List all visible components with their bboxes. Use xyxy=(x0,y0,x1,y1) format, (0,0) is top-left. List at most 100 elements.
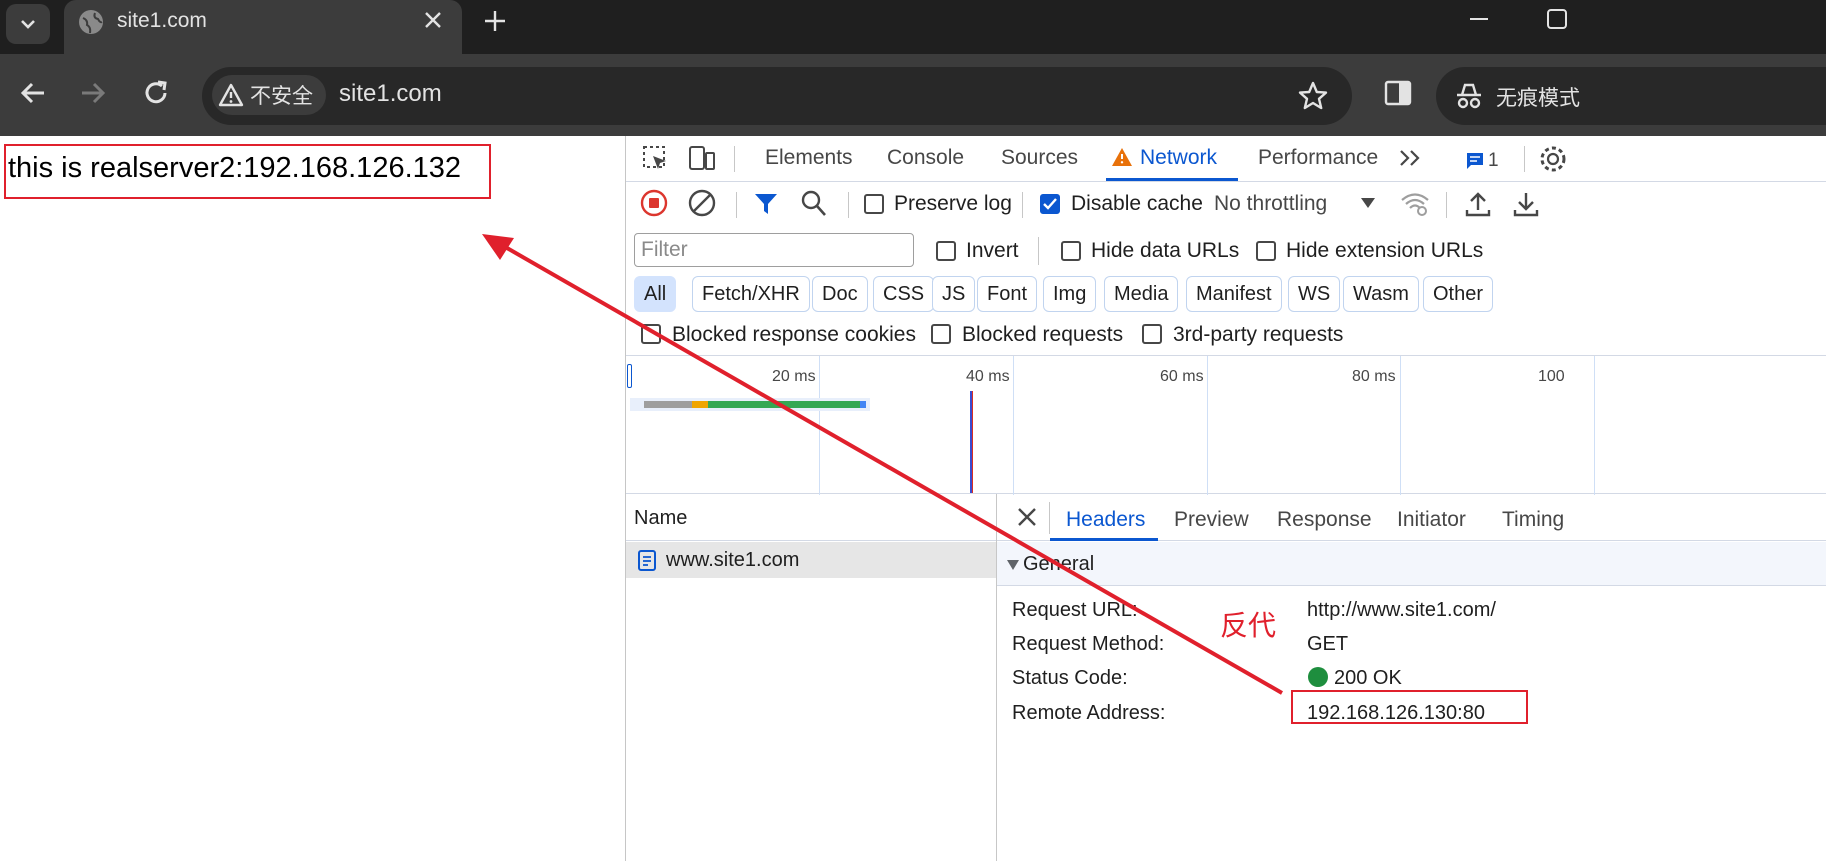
type-chip-wasm[interactable]: Wasm xyxy=(1343,276,1419,312)
page-viewport: this is realserver2:192.168.126.132 xyxy=(0,136,625,861)
tab-network[interactable]: Network xyxy=(1140,146,1217,170)
preserve-log-checkbox[interactable] xyxy=(864,194,884,214)
general-section-header[interactable]: General xyxy=(997,542,1826,586)
overview-left-handle[interactable] xyxy=(627,364,632,388)
collapse-triangle-icon xyxy=(1007,560,1019,570)
separator xyxy=(848,192,849,218)
inspect-element-icon[interactable] xyxy=(642,145,668,171)
hide-extension-urls-label: Hide extension URLs xyxy=(1286,239,1484,262)
invert-label: Invert xyxy=(966,239,1019,262)
globe-icon xyxy=(79,10,103,34)
device-toolbar-icon[interactable] xyxy=(688,145,716,171)
type-chip-media[interactable]: Media xyxy=(1104,276,1179,312)
status-ok-dot-icon xyxy=(1308,667,1328,687)
type-chip-manifest[interactable]: Manifest xyxy=(1186,276,1282,312)
request-list-header: Name xyxy=(626,494,998,541)
annotation-box-remote-address xyxy=(1291,690,1528,724)
record-stop-icon[interactable] xyxy=(640,189,668,217)
tab-elements[interactable]: Elements xyxy=(765,146,853,170)
request-name: www.site1.com xyxy=(666,549,800,571)
close-icon[interactable] xyxy=(1016,506,1038,528)
network-toolbar: Preserve log Disable cache No throttling xyxy=(626,182,1826,226)
blocked-requests-checkbox[interactable] xyxy=(931,324,951,344)
separator xyxy=(1446,192,1447,218)
import-har-upload-icon[interactable] xyxy=(1464,190,1492,218)
name-column-header[interactable]: Name xyxy=(634,507,687,530)
hide-extension-urls-checkbox[interactable] xyxy=(1256,241,1276,261)
tab-performance[interactable]: Performance xyxy=(1258,146,1378,170)
security-indicator[interactable]: 不安全 xyxy=(212,75,326,115)
search-icon[interactable] xyxy=(801,190,827,218)
type-chip-ws[interactable]: WS xyxy=(1288,276,1341,312)
request-url-label: Request URL: xyxy=(1012,599,1138,621)
chevron-down-icon xyxy=(21,20,35,29)
incognito-icon xyxy=(1457,83,1481,109)
waterfall-waiting-bar xyxy=(708,401,860,408)
filter-input[interactable]: Filter xyxy=(634,233,914,267)
blocked-cookies-checkbox[interactable] xyxy=(641,324,661,344)
throttling-select[interactable]: No throttling xyxy=(1214,192,1327,216)
separator xyxy=(1022,192,1023,218)
new-tab-plus-icon[interactable] xyxy=(480,6,510,36)
back-arrow-icon[interactable] xyxy=(18,75,48,111)
third-party-checkbox[interactable] xyxy=(1142,324,1162,344)
tab-search-button[interactable] xyxy=(6,4,50,44)
network-overview-timeline[interactable]: 20 ms 40 ms 60 ms 80 ms 100 xyxy=(626,355,1826,495)
type-chip-other[interactable]: Other xyxy=(1423,276,1494,312)
annotation-label: 反代 xyxy=(1220,609,1277,642)
tab-sources[interactable]: Sources xyxy=(1001,146,1078,170)
timeline-tick: 40 ms xyxy=(966,368,1010,385)
load-event-marker xyxy=(972,391,973,493)
clear-icon[interactable] xyxy=(688,189,716,217)
active-tab[interactable]: site1.com xyxy=(64,0,462,54)
waterfall-connect-bar xyxy=(692,401,708,408)
request-detail-tabs: Headers Preview Response Initiator Timin… xyxy=(997,494,1826,541)
tab-response[interactable]: Response xyxy=(1277,508,1372,532)
tab-title: site1.com xyxy=(117,9,207,32)
settings-gear-icon[interactable] xyxy=(1538,144,1568,174)
request-url-value: http://www.site1.com/ xyxy=(1307,599,1496,621)
filter-funnel-icon[interactable] xyxy=(753,191,779,217)
reload-icon[interactable] xyxy=(140,75,172,111)
close-icon[interactable] xyxy=(422,9,444,31)
separator xyxy=(1049,502,1050,534)
active-tab-indicator xyxy=(1106,178,1238,181)
blocked-requests-label: Blocked requests xyxy=(962,323,1124,346)
issues-message-icon[interactable] xyxy=(1465,151,1485,171)
export-har-download-icon[interactable] xyxy=(1512,190,1540,218)
dropdown-arrow-icon[interactable] xyxy=(1360,196,1376,210)
type-chip-js[interactable]: JS xyxy=(932,276,976,312)
remote-address-label: Remote Address: xyxy=(1012,702,1166,724)
type-chip-fetch-xhr[interactable]: Fetch/XHR xyxy=(692,276,810,312)
bookmark-star-icon[interactable] xyxy=(1298,81,1328,111)
waterfall-download-bar xyxy=(860,401,866,408)
incognito-indicator[interactable]: 无痕模式 xyxy=(1436,67,1826,125)
type-chip-img[interactable]: Img xyxy=(1043,276,1097,312)
minimize-icon[interactable] xyxy=(1468,8,1490,30)
type-chip-all[interactable]: All xyxy=(634,276,677,312)
hide-data-urls-checkbox[interactable] xyxy=(1061,241,1081,261)
tab-initiator[interactable]: Initiator xyxy=(1397,508,1466,532)
type-chip-css[interactable]: CSS xyxy=(873,276,935,312)
disable-cache-label: Disable cache xyxy=(1071,192,1203,215)
request-row[interactable]: www.site1.com xyxy=(626,542,996,578)
address-bar[interactable]: 不安全 site1.com xyxy=(202,67,1352,125)
tab-headers[interactable]: Headers xyxy=(1066,508,1145,532)
type-chip-font[interactable]: Font xyxy=(977,276,1038,312)
timeline-tick: 80 ms xyxy=(1352,368,1396,385)
request-method-value: GET xyxy=(1307,633,1349,655)
waterfall-stalled-bar xyxy=(644,401,692,408)
side-panel-icon[interactable] xyxy=(1384,79,1412,107)
network-conditions-wifi-icon[interactable] xyxy=(1400,191,1430,217)
more-tabs-chevron-icon[interactable] xyxy=(1398,148,1422,168)
maximize-icon[interactable] xyxy=(1546,8,1568,30)
incognito-label: 无痕模式 xyxy=(1496,86,1580,110)
forward-arrow-icon[interactable] xyxy=(78,75,108,111)
checkmark-icon xyxy=(1043,198,1057,210)
disable-cache-checkbox[interactable] xyxy=(1040,194,1060,214)
type-chip-doc[interactable]: Doc xyxy=(812,276,868,312)
tab-console[interactable]: Console xyxy=(887,146,964,170)
tab-timing[interactable]: Timing xyxy=(1502,508,1564,532)
invert-checkbox[interactable] xyxy=(936,241,956,261)
tab-preview[interactable]: Preview xyxy=(1174,508,1249,532)
